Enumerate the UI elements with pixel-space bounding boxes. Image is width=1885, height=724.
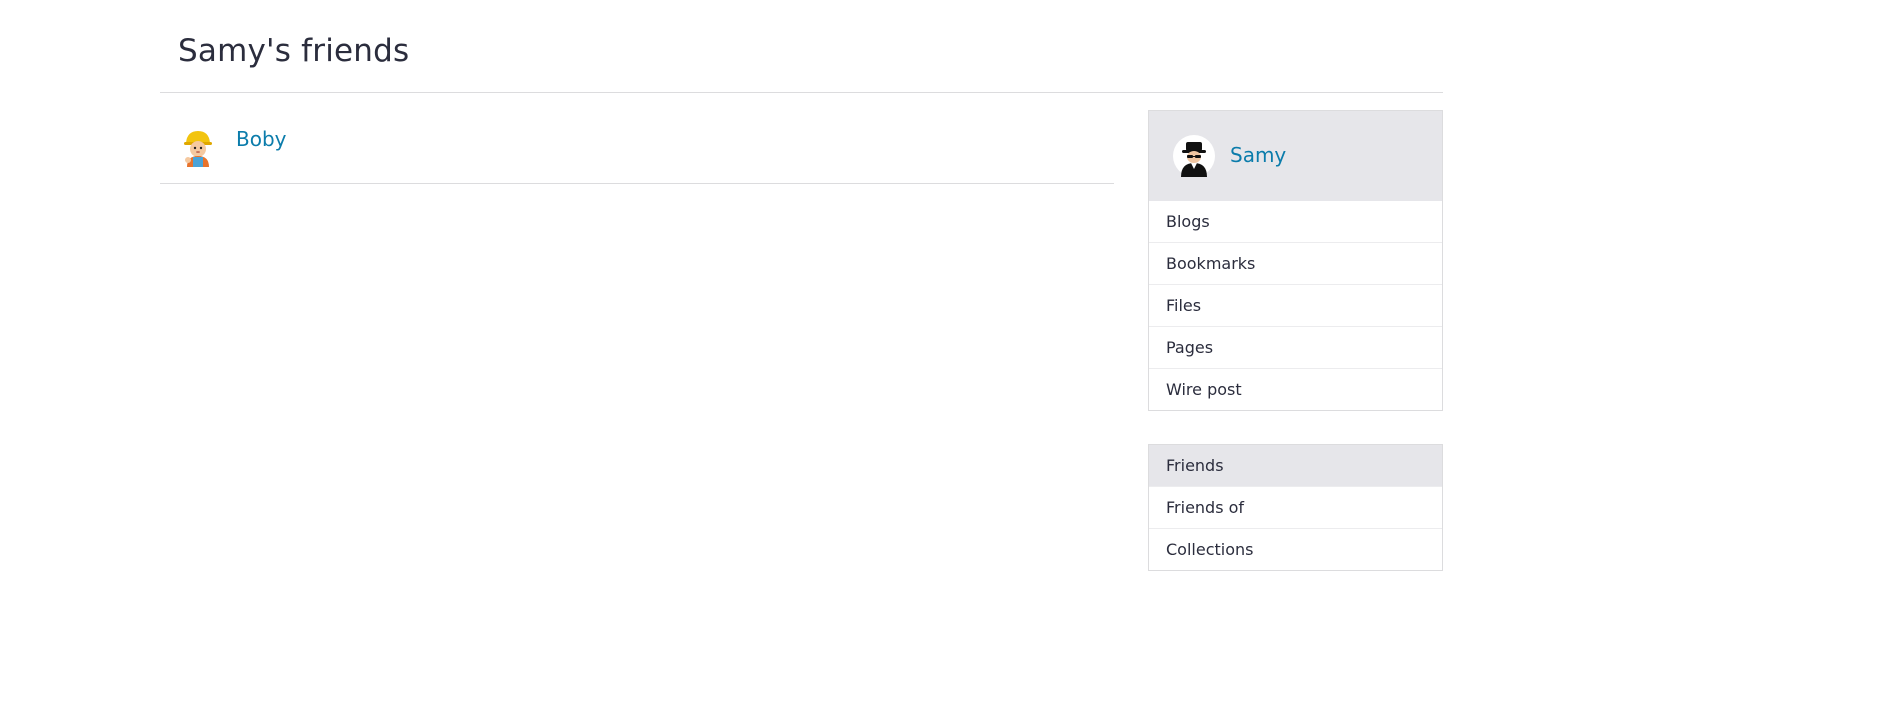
menu-item-blogs[interactable]: Blogs (1149, 201, 1442, 242)
list-item: Boby (160, 108, 1114, 184)
spy-avatar-icon[interactable] (1173, 135, 1215, 177)
owner-name-link[interactable]: Samy (1230, 143, 1286, 167)
friend-name-link[interactable]: Boby (236, 127, 287, 151)
page: Samy's friends Boby Samy Blogs Bookmarks… (0, 0, 1885, 724)
title-bar: Samy's friends (160, 0, 1443, 93)
menu-item-files[interactable]: Files (1149, 284, 1442, 326)
owner-header: Samy (1149, 111, 1442, 201)
filter-item-collections[interactable]: Collections (1149, 528, 1442, 570)
friends-list: Boby (160, 108, 1114, 184)
filter-menu: Friends Friends of Collections (1148, 444, 1443, 571)
sidebar: Samy Blogs Bookmarks Files Pages Wire po… (1148, 110, 1443, 571)
filter-item-friends-of[interactable]: Friends of (1149, 486, 1442, 528)
builder-avatar-icon[interactable] (178, 127, 218, 167)
page-title: Samy's friends (178, 33, 410, 69)
owner-menu: Blogs Bookmarks Files Pages Wire post (1149, 201, 1442, 410)
menu-item-bookmarks[interactable]: Bookmarks (1149, 242, 1442, 284)
filter-item-friends[interactable]: Friends (1149, 445, 1442, 486)
menu-item-pages[interactable]: Pages (1149, 326, 1442, 368)
menu-item-wire-post[interactable]: Wire post (1149, 368, 1442, 410)
owner-block: Samy Blogs Bookmarks Files Pages Wire po… (1148, 110, 1443, 411)
